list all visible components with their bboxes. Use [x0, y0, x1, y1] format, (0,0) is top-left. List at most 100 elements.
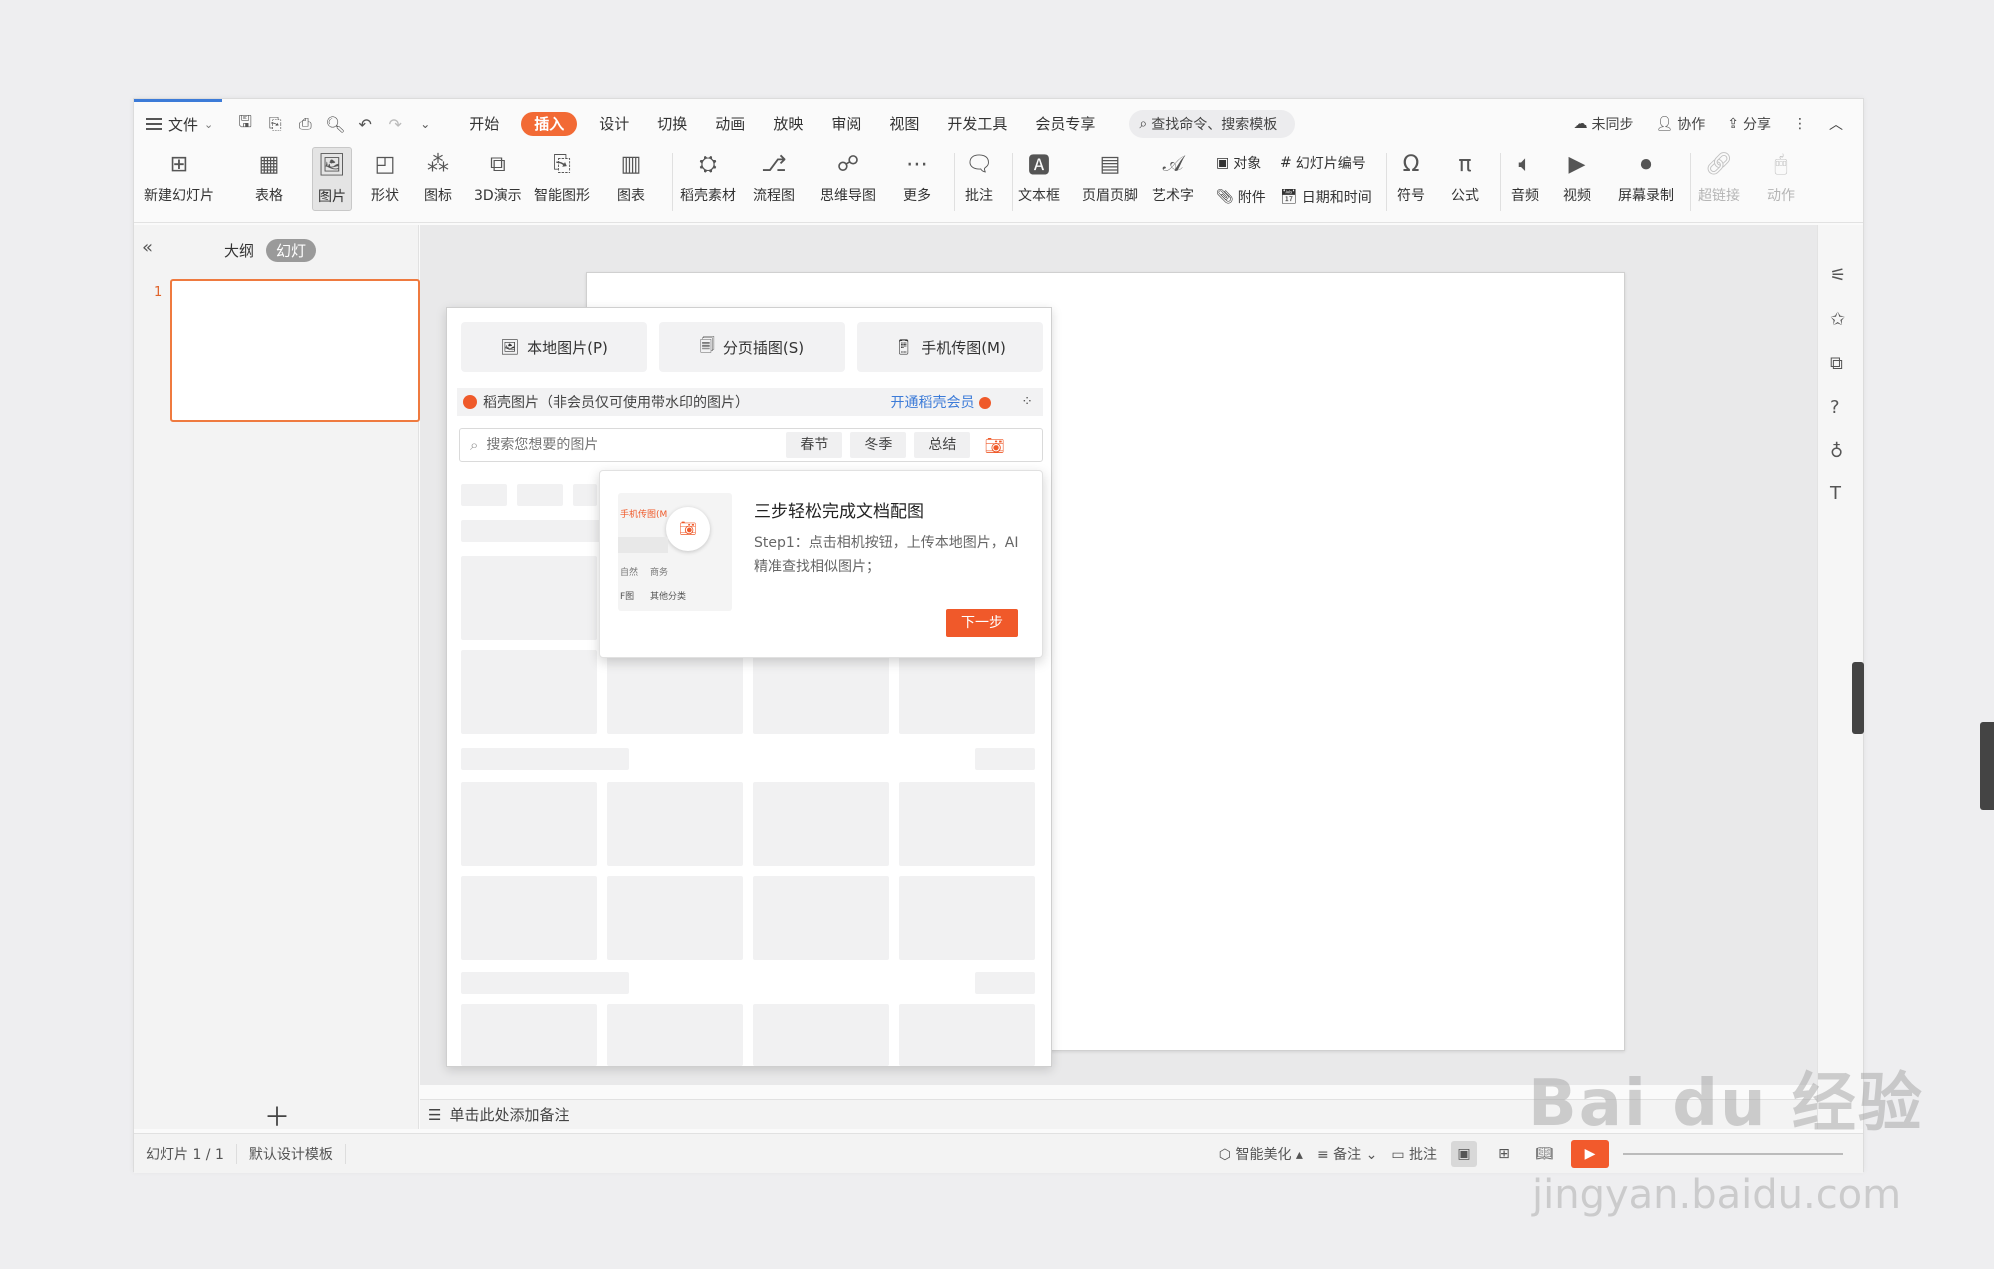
3d-demo-button[interactable]: ⧉ 3D演示 — [474, 147, 522, 205]
symbol-button[interactable]: Ω 符号 — [1394, 147, 1428, 205]
chip-summary[interactable]: 总结 — [914, 432, 971, 458]
chart-label: 图表 — [617, 188, 645, 204]
paged-insert-button[interactable]: 🗐 分页插图(S) — [659, 322, 845, 372]
skeleton-block — [975, 972, 1035, 994]
sync-button[interactable]: ☁ 未同步 — [1573, 114, 1633, 134]
side-handle[interactable] — [1980, 722, 1994, 810]
template-name[interactable]: 默认设计模板 — [237, 1143, 346, 1164]
collapse-ribbon-button[interactable]: ︿ — [1829, 114, 1843, 134]
phone-upload-button[interactable]: 📱︎ 手机传图(M) — [857, 322, 1043, 372]
tab-slideshow[interactable]: 放映 — [759, 109, 817, 139]
text-icon[interactable]: T — [1830, 483, 1841, 504]
divider — [1690, 153, 1691, 211]
slide-thumbnail[interactable] — [170, 279, 420, 422]
tab-outline[interactable]: 大纲 — [224, 240, 254, 261]
comment-button[interactable]: 🗨︎ 批注 — [962, 147, 996, 205]
tip-title: 三步轻松完成文档配图 — [754, 502, 924, 522]
next-step-button[interactable]: 下一步 — [946, 609, 1018, 637]
skeleton-block — [461, 876, 597, 960]
lightbulb-icon[interactable]: ♁ — [1830, 441, 1843, 462]
undo-icon[interactable]: ↶ — [355, 115, 375, 134]
add-slide-icon[interactable]: ＋ — [264, 1097, 290, 1134]
grid-icon[interactable]: ⁘ — [1021, 394, 1033, 410]
chip-spring-festival[interactable]: 春节 — [786, 432, 843, 458]
screen-record-label: 屏幕录制 — [1618, 188, 1674, 204]
tab-view[interactable]: 视图 — [875, 109, 933, 139]
zoom-slider[interactable] — [1623, 1153, 1843, 1155]
video-button[interactable]: ▶ 视频 — [1560, 147, 1594, 205]
audio-button[interactable]: 🔈︎ 音频 — [1508, 147, 1542, 205]
redo-icon[interactable]: ↷ — [385, 115, 405, 134]
collab-button[interactable]: 👤︎ 协作 — [1655, 114, 1705, 134]
action-button[interactable]: 🖱︎ 动作 — [1764, 147, 1798, 205]
help-icon[interactable]: ? — [1830, 397, 1840, 418]
smartart-button[interactable]: ⎘ 智能图形 — [534, 147, 590, 205]
pin-icon[interactable]: ✩ — [1830, 309, 1845, 330]
local-picture-button[interactable]: 🖼︎ 本地图片(P) — [461, 322, 647, 372]
slide-number-button[interactable]: # 幻灯片编号 — [1280, 153, 1366, 173]
table-button[interactable]: ▦ 表格 — [252, 147, 286, 205]
docer-membership-link[interactable]: 开通稻壳会员 — [891, 392, 991, 412]
hyperlink-label: 超链接 — [1698, 188, 1740, 204]
file-menu[interactable]: 文件 ⌄ — [134, 109, 225, 139]
normal-view-icon[interactable]: ▣ — [1451, 1141, 1477, 1167]
slide-number-label: 幻灯片编号 — [1295, 156, 1366, 172]
customize-icon[interactable]: ⌄ — [415, 117, 435, 131]
phone-image-icon: 📱︎ — [894, 338, 914, 356]
beautify-button[interactable]: ⬡ 智能美化 ▴ — [1219, 1144, 1303, 1164]
mindmap-button[interactable]: ☍ 思维导图 — [820, 147, 876, 205]
tab-developer[interactable]: 开发工具 — [933, 109, 1021, 139]
tab-slides[interactable]: 幻灯 — [266, 239, 317, 262]
object-button[interactable]: ▣ 对象 — [1216, 153, 1261, 173]
more-button[interactable]: ⋯ 更多 — [900, 147, 934, 205]
scroll-handle[interactable] — [1852, 662, 1864, 734]
collapse-panel-icon[interactable]: « — [142, 237, 153, 258]
shape-button[interactable]: ◰ 形状 — [368, 147, 402, 205]
tab-insert[interactable]: 插入 — [521, 112, 578, 136]
notes-toggle[interactable]: ≡ 备注 ⌄ — [1317, 1144, 1377, 1164]
copy-icon[interactable]: ⧉ — [1830, 353, 1843, 374]
slide-number-icon: # — [1280, 155, 1292, 171]
paged-insert-label: 分页插图(S) — [722, 338, 805, 357]
picture-search-input[interactable] — [486, 437, 787, 453]
tab-design[interactable]: 设计 — [585, 109, 643, 139]
tab-home[interactable]: 开始 — [455, 109, 513, 139]
screen-record-button[interactable]: ⏺ 屏幕录制 — [1618, 147, 1674, 205]
tab-member[interactable]: 会员专享 — [1021, 109, 1109, 139]
play-button[interactable]: ▶ — [1571, 1140, 1609, 1168]
tab-animation[interactable]: 动画 — [701, 109, 759, 139]
mini-tag-other: 其他分类 — [650, 592, 687, 602]
settings-sliders-icon[interactable]: ⚟ — [1830, 265, 1846, 286]
share-button[interactable]: ⇪ 分享 — [1727, 114, 1771, 134]
formula-button[interactable]: π 公式 — [1448, 147, 1482, 205]
picture-button[interactable]: 🖼︎ 图片 — [312, 147, 352, 211]
camera-icon[interactable]: 📷︎ — [984, 436, 1004, 455]
sorter-view-icon[interactable]: ⊞ — [1491, 1141, 1517, 1167]
reading-view-icon[interactable]: 📖︎ — [1531, 1141, 1557, 1167]
textbox-button[interactable]: 🅰︎ 文本框 — [1018, 147, 1060, 205]
header-footer-button[interactable]: ▤ 页眉页脚 — [1082, 147, 1138, 205]
chevron-down-icon: ⌄ — [204, 117, 214, 131]
hyperlink-button[interactable]: 🔗︎ 超链接 — [1698, 147, 1740, 205]
new-slide-button[interactable]: ⊞ 新建幻灯片 — [144, 147, 214, 205]
comment-toggle[interactable]: ▭ 批注 — [1391, 1144, 1437, 1164]
flowchart-button[interactable]: ⎇ 流程图 — [753, 147, 795, 205]
chip-winter[interactable]: 冬季 — [850, 432, 907, 458]
more-menu-button[interactable]: ⋮ — [1793, 116, 1807, 132]
chart-button[interactable]: ▥ 图表 — [614, 147, 648, 205]
format-painter-icon[interactable]: ⎘ — [265, 114, 285, 134]
tab-transition[interactable]: 切换 — [643, 109, 701, 139]
material-button[interactable]: ⛭ 稻壳素材 — [680, 147, 736, 205]
attachment-button[interactable]: 📎︎ 附件 — [1216, 187, 1266, 207]
wordart-button[interactable]: 𝒜 艺术字 — [1152, 147, 1194, 205]
smartart-label: 智能图形 — [534, 188, 590, 204]
print-preview-icon[interactable]: 🔍︎ — [325, 115, 345, 134]
datetime-button[interactable]: 📅︎ 日期和时间 — [1280, 187, 1372, 207]
picture-dropdown: 🖼︎ 本地图片(P) 🗐 分页插图(S) 📱︎ 手机传图(M) 稻壳图片（非会员仅可使… — [446, 307, 1052, 1067]
save-icon[interactable]: 🖫 — [235, 111, 255, 138]
tab-review[interactable]: 审阅 — [817, 109, 875, 139]
command-search[interactable]: ⌕ 查找命令、搜索模板 — [1129, 110, 1296, 138]
mouse-icon: 🖱︎ — [1774, 151, 1788, 177]
icon-button[interactable]: ⁂ 图标 — [421, 147, 455, 205]
print-icon[interactable]: ⎙ — [295, 114, 315, 134]
